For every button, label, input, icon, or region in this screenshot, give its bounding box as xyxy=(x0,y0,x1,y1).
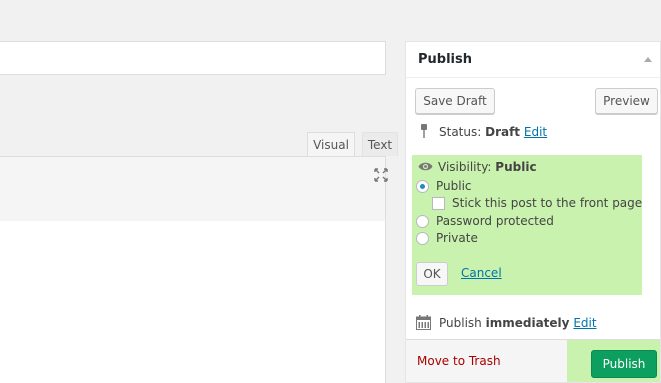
tab-visual[interactable]: Visual xyxy=(307,132,355,156)
visibility-ok-button[interactable]: OK xyxy=(416,262,448,286)
radio-password-protected[interactable] xyxy=(416,215,429,228)
status-edit-link[interactable]: Edit xyxy=(524,125,547,139)
publish-schedule: Publish immediately Edit xyxy=(439,316,597,330)
fullscreen-icon[interactable] xyxy=(374,168,388,182)
visibility-label: Visibility: Public xyxy=(438,160,537,174)
visibility-value: Public xyxy=(495,160,537,174)
sticky-checkbox-label[interactable]: Stick this post to the front page xyxy=(452,196,642,210)
publish-box: Publish Save Draft Preview Status: Draft… xyxy=(405,41,661,383)
status-value: Draft xyxy=(485,125,521,139)
publish-button[interactable]: Publish xyxy=(591,350,657,378)
radio-password-protected-label[interactable]: Password protected xyxy=(436,214,554,228)
schedule-label: Publish xyxy=(439,316,482,330)
preview-button[interactable]: Preview xyxy=(595,88,658,114)
visibility-panel: Visibility: Public Public Stick this pos… xyxy=(412,155,642,295)
collapse-arrow-icon[interactable] xyxy=(644,57,652,62)
pin-icon xyxy=(420,124,428,138)
radio-public[interactable] xyxy=(416,180,429,193)
calendar-icon xyxy=(416,315,431,330)
publish-box-header[interactable]: Publish xyxy=(406,42,660,78)
schedule-value: immediately xyxy=(485,316,570,330)
visibility-label-text: Visibility: xyxy=(438,160,492,174)
eye-icon xyxy=(418,161,433,172)
radio-public-label[interactable]: Public xyxy=(436,179,472,193)
publish-box-title: Publish xyxy=(418,52,472,67)
move-to-trash-link[interactable]: Move to Trash xyxy=(417,354,501,368)
schedule-edit-link[interactable]: Edit xyxy=(573,316,596,330)
sticky-checkbox[interactable] xyxy=(432,197,445,210)
radio-private[interactable] xyxy=(416,232,429,245)
post-title-input[interactable] xyxy=(0,41,386,75)
radio-private-label[interactable]: Private xyxy=(436,231,478,245)
tab-text[interactable]: Text xyxy=(362,132,398,156)
post-status: Status: Draft Edit xyxy=(439,125,547,139)
save-draft-button[interactable]: Save Draft xyxy=(415,88,495,114)
visibility-cancel-link[interactable]: Cancel xyxy=(461,266,502,280)
status-label: Status: xyxy=(439,125,482,139)
editor-content-area[interactable] xyxy=(0,221,386,383)
editor-toolbar xyxy=(0,156,386,222)
publish-actions: Move to Trash Publish xyxy=(406,339,660,382)
